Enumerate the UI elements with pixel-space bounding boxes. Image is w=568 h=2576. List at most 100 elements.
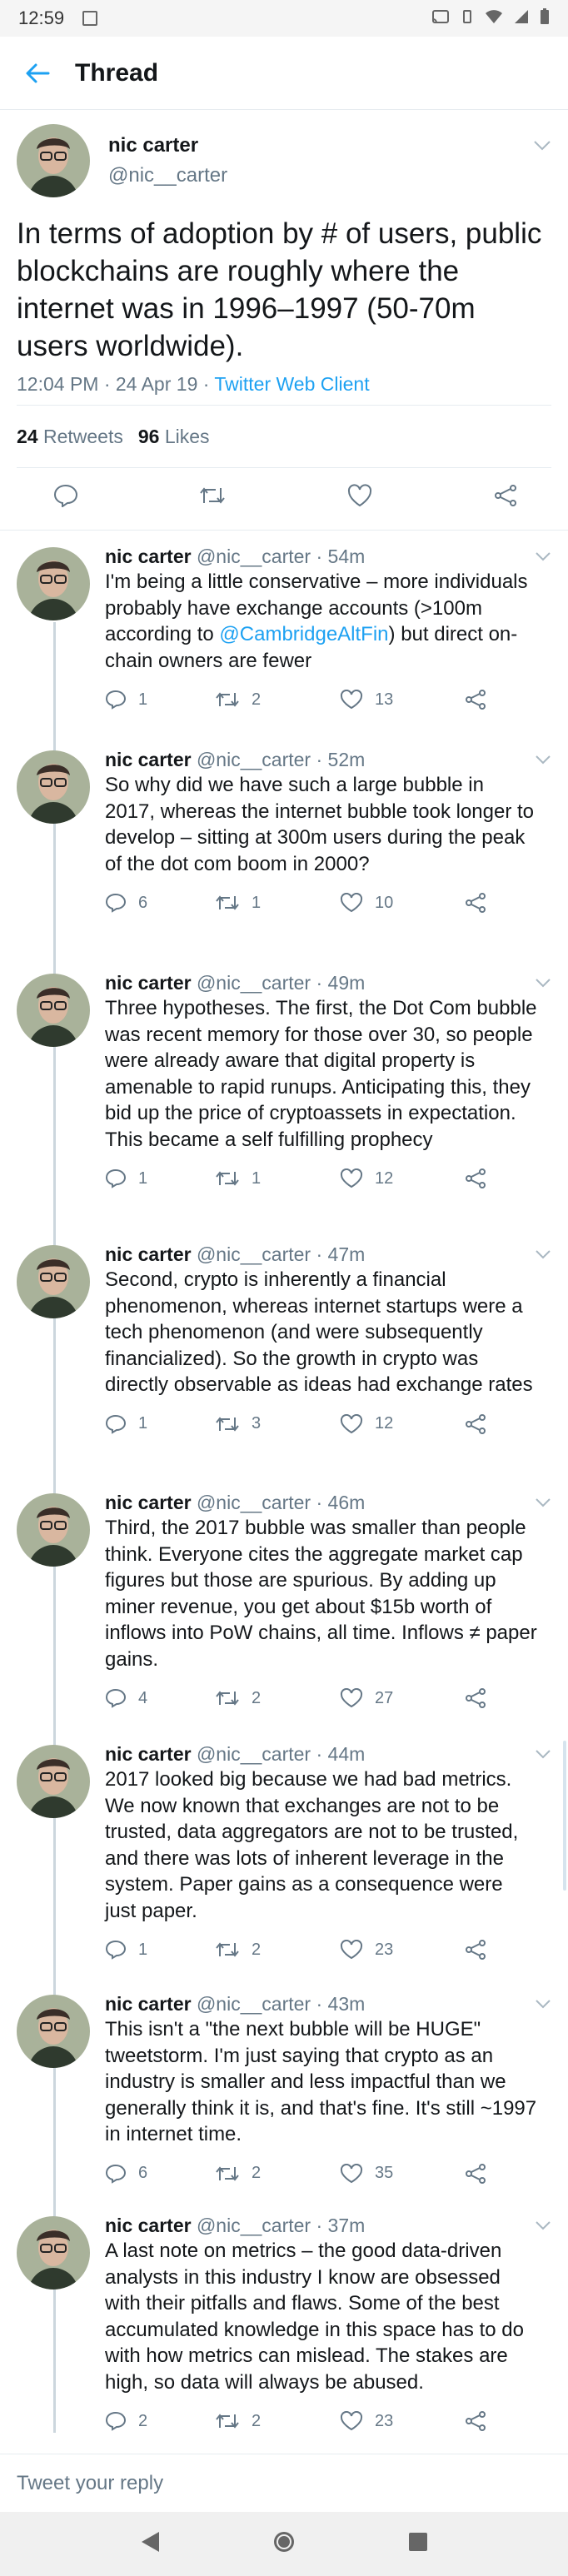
author-name[interactable]: nic carter bbox=[105, 1743, 192, 1765]
back-button[interactable] bbox=[0, 62, 75, 84]
avatar[interactable] bbox=[17, 1493, 90, 1567]
reply-button[interactable]: 1 bbox=[105, 1168, 215, 1188]
reply-header: nic carter @nic__carter · 43m bbox=[105, 1991, 538, 2016]
retweet-button[interactable]: 2 bbox=[215, 2164, 340, 2183]
share-button[interactable] bbox=[465, 2411, 486, 2431]
like-button[interactable]: 27 bbox=[340, 1688, 465, 1708]
reply-button[interactable]: 2 bbox=[105, 2411, 215, 2431]
nav-home-button[interactable] bbox=[272, 2529, 296, 2559]
reply-body: Third, the 2017 bubble was smaller than … bbox=[105, 1515, 538, 1672]
avatar[interactable] bbox=[17, 124, 90, 197]
page-title: Thread bbox=[75, 58, 159, 87]
nav-home-icon bbox=[273, 2532, 294, 2552]
share-button[interactable] bbox=[465, 1413, 486, 1434]
reply-button[interactable]: 1 bbox=[105, 1940, 215, 1960]
like-button[interactable]: 23 bbox=[340, 2411, 465, 2431]
author-handle[interactable]: @nic__carter bbox=[197, 1492, 311, 1513]
share-button[interactable] bbox=[465, 2163, 486, 2184]
like-button[interactable]: 10 bbox=[340, 893, 465, 913]
reply-actions: 1 2 13 bbox=[105, 679, 538, 720]
retweet-button[interactable]: 2 bbox=[215, 1941, 340, 1960]
share-button[interactable] bbox=[465, 690, 486, 710]
retweet-button[interactable]: 2 bbox=[215, 690, 340, 710]
avatar[interactable] bbox=[17, 1745, 90, 1818]
avatar[interactable] bbox=[17, 547, 90, 620]
like-count: 13 bbox=[375, 690, 394, 709]
reply-composer[interactable]: Tweet your reply bbox=[0, 2454, 568, 2512]
reply-input[interactable]: Tweet your reply bbox=[17, 2472, 163, 2495]
reply-icon bbox=[53, 484, 78, 508]
avatar[interactable] bbox=[17, 1995, 90, 2068]
share-button[interactable] bbox=[493, 484, 518, 511]
retweet-count: 2 bbox=[252, 1940, 262, 1959]
separator: · bbox=[311, 1993, 328, 2015]
reply-button[interactable]: 6 bbox=[105, 2164, 215, 2184]
like-icon bbox=[340, 690, 363, 710]
share-button[interactable] bbox=[465, 1940, 486, 1960]
reply-button[interactable]: 6 bbox=[105, 893, 215, 913]
author-handle[interactable]: @nic__carter bbox=[197, 1993, 311, 2015]
tweet-options-button[interactable] bbox=[533, 140, 551, 156]
like-button[interactable] bbox=[346, 484, 373, 511]
author-name[interactable]: nic carter bbox=[105, 1492, 192, 1513]
author-handle[interactable]: @nic__carter bbox=[108, 164, 227, 187]
retweet-button[interactable] bbox=[198, 485, 227, 511]
share-button[interactable] bbox=[465, 1688, 486, 1708]
retweet-button[interactable]: 1 bbox=[215, 894, 340, 913]
avatar[interactable] bbox=[17, 750, 90, 824]
author-name[interactable]: nic carter bbox=[108, 134, 227, 157]
reply-button[interactable] bbox=[53, 484, 78, 511]
tweet-client-link[interactable]: Twitter Web Client bbox=[214, 373, 369, 395]
reply-header: nic carter @nic__carter · 49m bbox=[105, 970, 538, 995]
author-handle[interactable]: @nic__carter bbox=[197, 1743, 311, 1765]
reply-actions: 1 3 12 bbox=[105, 1403, 538, 1445]
status-time: 12:59 bbox=[18, 7, 65, 28]
scrollbar[interactable] bbox=[563, 1741, 566, 1891]
share-button[interactable] bbox=[465, 1168, 486, 1188]
nav-back-button[interactable] bbox=[139, 2530, 161, 2558]
like-button[interactable]: 12 bbox=[340, 1168, 465, 1188]
likes-stat[interactable]: 96 Likes bbox=[138, 426, 210, 448]
like-button[interactable]: 23 bbox=[340, 1940, 465, 1960]
retweet-button[interactable]: 1 bbox=[215, 1169, 340, 1188]
author-handle[interactable]: @nic__carter bbox=[197, 546, 311, 567]
reply-header: nic carter @nic__carter · 37m bbox=[105, 2213, 538, 2238]
nav-recents-icon bbox=[409, 2533, 428, 2551]
reply-icon bbox=[105, 1414, 127, 1434]
avatar[interactable] bbox=[17, 1245, 90, 1318]
share-button[interactable] bbox=[465, 893, 486, 913]
mention-link[interactable]: @CambridgeAltFin bbox=[219, 623, 388, 645]
reply-body: Second, crypto is inherently a financial… bbox=[105, 1267, 538, 1398]
author-name[interactable]: nic carter bbox=[105, 546, 192, 567]
retweet-button[interactable]: 2 bbox=[215, 2412, 340, 2431]
retweets-stat[interactable]: 24 Retweets bbox=[17, 426, 123, 448]
author-name[interactable]: nic carter bbox=[105, 749, 192, 770]
reply-count: 1 bbox=[138, 1414, 148, 1432]
author-handle[interactable]: @nic__carter bbox=[197, 972, 311, 994]
avatar[interactable] bbox=[17, 974, 90, 1047]
reply-button[interactable]: 4 bbox=[105, 1688, 215, 1708]
author-handle[interactable]: @nic__carter bbox=[197, 749, 311, 770]
retweet-button[interactable]: 2 bbox=[215, 1689, 340, 1708]
author-name[interactable]: nic carter bbox=[105, 1243, 192, 1265]
author-name[interactable]: nic carter bbox=[105, 2215, 192, 2236]
retweet-count: 3 bbox=[252, 1414, 262, 1432]
retweet-icon bbox=[216, 1416, 239, 1432]
like-icon bbox=[340, 1413, 363, 1433]
author-name[interactable]: nic carter bbox=[105, 1993, 192, 2015]
reply-text: 2017 looked big because we had bad metri… bbox=[105, 1768, 519, 1922]
reply-button[interactable]: 1 bbox=[105, 690, 215, 710]
reply-button[interactable]: 1 bbox=[105, 1414, 215, 1434]
author-handle[interactable]: @nic__carter bbox=[197, 1243, 311, 1265]
nav-recents-button[interactable] bbox=[407, 2531, 429, 2557]
retweet-button[interactable]: 3 bbox=[215, 1414, 340, 1433]
author-name[interactable]: nic carter bbox=[105, 972, 192, 994]
vibrate-icon bbox=[460, 9, 475, 28]
like-button[interactable]: 12 bbox=[340, 1413, 465, 1434]
reply-text: Three hypotheses. The first, the Dot Com… bbox=[105, 997, 537, 1151]
like-button[interactable]: 13 bbox=[340, 690, 465, 710]
author-handle[interactable]: @nic__carter bbox=[197, 2215, 311, 2236]
retweet-icon bbox=[216, 2165, 239, 2181]
like-button[interactable]: 35 bbox=[340, 2163, 465, 2184]
avatar[interactable] bbox=[17, 2216, 90, 2290]
